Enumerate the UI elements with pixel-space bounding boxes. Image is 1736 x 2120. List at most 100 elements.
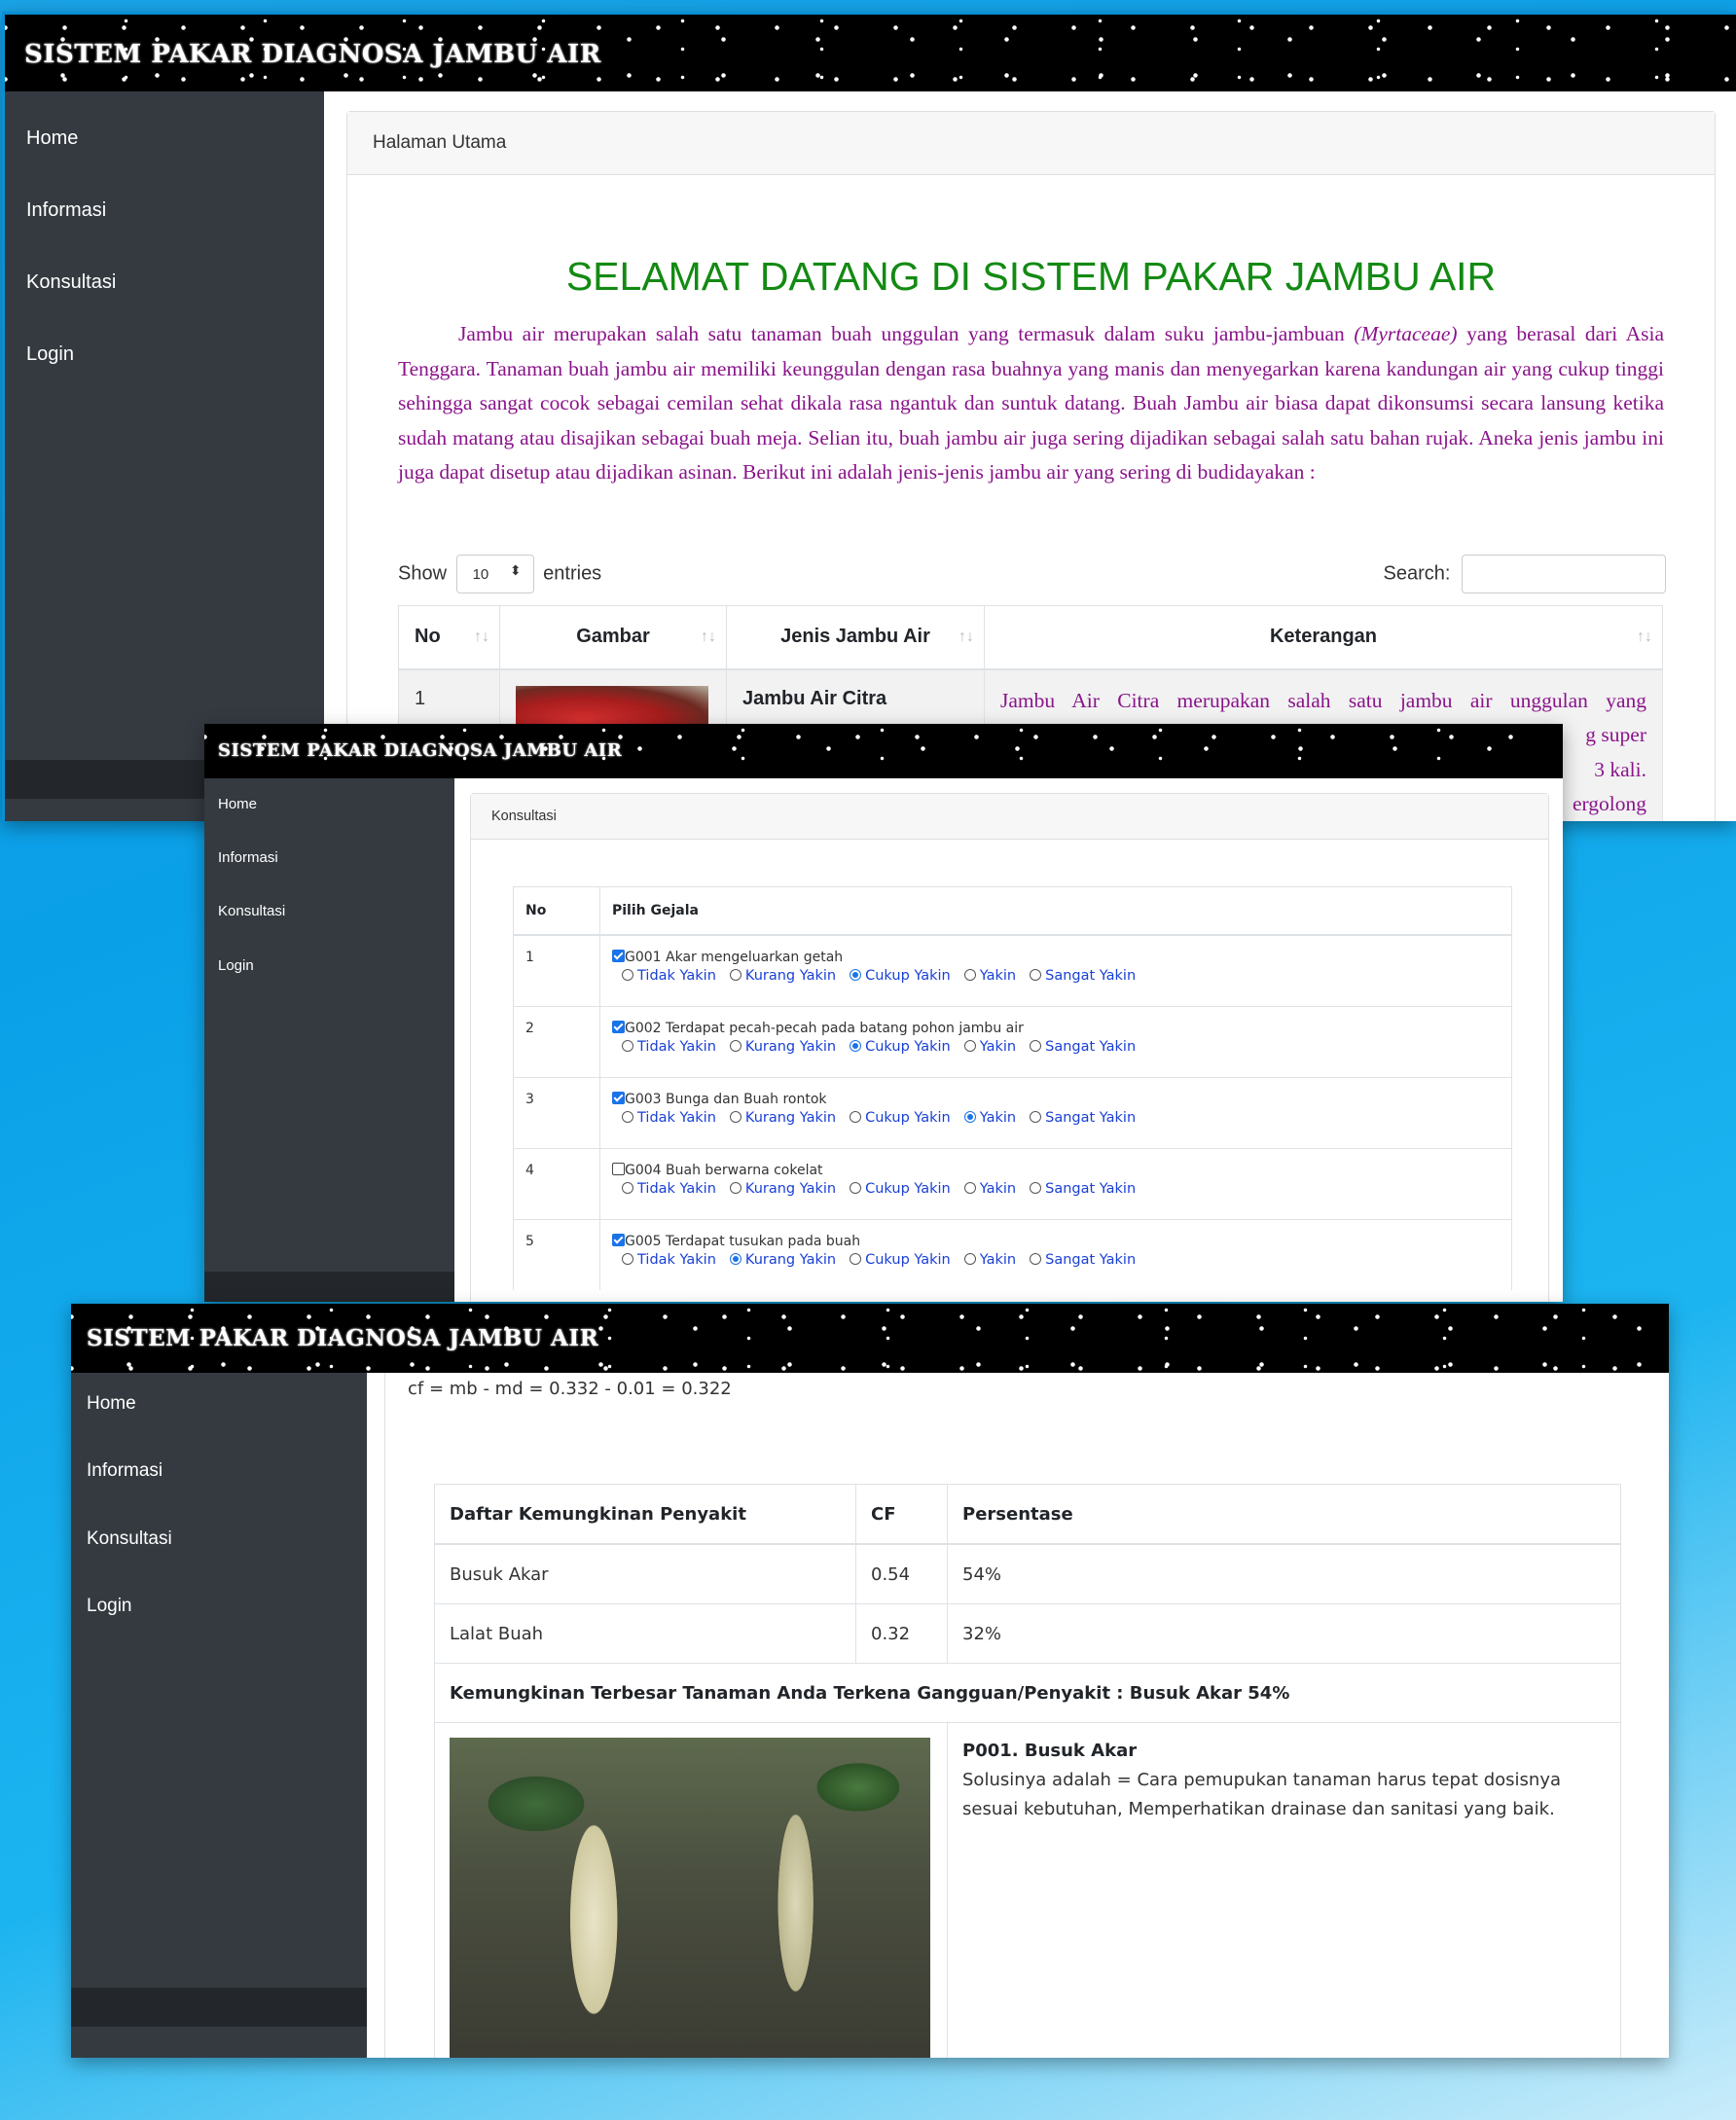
- keyakinan-radio[interactable]: [622, 1253, 633, 1265]
- keyakinan-label: Tidak Yakin: [637, 1039, 716, 1055]
- keyakinan-radio[interactable]: [1030, 1253, 1042, 1265]
- keyakinan-option[interactable]: Sangat Yakin: [1030, 1181, 1136, 1197]
- keyakinan-option[interactable]: Yakin: [963, 1039, 1017, 1055]
- keyakinan-radio[interactable]: [622, 1040, 633, 1052]
- main-content: Konsultasi No Pilih Gejala 1 G001 Akar me…: [454, 778, 1563, 1302]
- keyakinan-radio[interactable]: [1030, 1111, 1042, 1123]
- keyakinan-radio[interactable]: [729, 1182, 741, 1194]
- keyakinan-option[interactable]: Kurang Yakin: [729, 1110, 836, 1126]
- keyakinan-option[interactable]: Cukup Yakin: [850, 1252, 951, 1268]
- keyakinan-option[interactable]: Yakin: [963, 1181, 1016, 1197]
- keyakinan-label: Yakin: [979, 1039, 1017, 1055]
- gejala-checkbox[interactable]: [612, 1234, 625, 1246]
- brand-title[interactable]: SISTEM PAKAR DIAGNOSA JAMBU AIR: [24, 40, 601, 69]
- sidebar: Home Informasi Konsultasi Login: [71, 1373, 367, 2058]
- keyakinan-radio[interactable]: [850, 969, 862, 981]
- keyakinan-radio[interactable]: [963, 1182, 976, 1194]
- keyakinan-option[interactable]: Cukup Yakin: [850, 1110, 951, 1126]
- card-header: Konsultasi: [471, 794, 1548, 840]
- nav-konsultasi[interactable]: Konsultasi: [26, 271, 116, 294]
- keyakinan-radio[interactable]: [729, 1253, 741, 1265]
- keyakinan-option[interactable]: Kurang Yakin: [729, 968, 836, 984]
- search-input[interactable]: [1462, 555, 1666, 593]
- gejala-cell: G003 Bunga dan Buah rontok Tidak Yakin Kur…: [599, 1077, 1512, 1149]
- keyakinan-label: Yakin: [979, 1110, 1017, 1126]
- nav-login[interactable]: Login: [26, 343, 74, 366]
- nav-konsultasi[interactable]: Konsultasi: [87, 1528, 172, 1550]
- col-no[interactable]: No ↑↓: [398, 605, 500, 670]
- keyakinan-radio[interactable]: [850, 1253, 862, 1265]
- keyakinan-label: Kurang Yakin: [744, 1039, 837, 1055]
- gejala-checkbox[interactable]: [612, 950, 625, 962]
- keyakinan-radio[interactable]: [729, 969, 741, 981]
- gejala-label: G003 Bunga dan Buah rontok: [625, 1092, 827, 1107]
- gejala-checkbox[interactable]: [612, 1092, 625, 1104]
- keyakinan-radio[interactable]: [963, 1253, 976, 1265]
- nav-informasi[interactable]: Informasi: [218, 849, 278, 866]
- keyakinan-radio[interactable]: [963, 969, 976, 981]
- keyakinan-option[interactable]: Sangat Yakin: [1030, 968, 1136, 984]
- nav-konsultasi[interactable]: Konsultasi: [218, 903, 285, 919]
- keyakinan-radio[interactable]: [963, 1111, 976, 1123]
- keyakinan-option[interactable]: Yakin: [963, 1110, 1017, 1126]
- sort-icon: ↑↓: [958, 628, 974, 645]
- col-no-label: No: [415, 626, 441, 648]
- brand-title[interactable]: SISTEM PAKAR DIAGNOSA JAMBU AIR: [218, 740, 622, 761]
- keyakinan-radio[interactable]: [850, 1182, 862, 1194]
- keyakinan-option[interactable]: Tidak Yakin: [622, 1110, 716, 1126]
- nav-informasi[interactable]: Informasi: [26, 199, 106, 222]
- keyakinan-option[interactable]: Tidak Yakin: [622, 1181, 716, 1197]
- keyakinan-option[interactable]: Yakin: [963, 1252, 1016, 1268]
- entries-select[interactable]: 10 ⬍: [455, 555, 534, 593]
- keyakinan-option[interactable]: Sangat Yakin: [1030, 1039, 1136, 1055]
- keyakinan-option[interactable]: Kurang Yakin: [729, 1181, 836, 1197]
- col-keterangan[interactable]: Keterangan ↑↓: [984, 605, 1663, 670]
- keyakinan-option[interactable]: Yakin: [963, 968, 1016, 984]
- brand-title[interactable]: SISTEM PAKAR DIAGNOSA JAMBU AIR: [87, 1325, 598, 1351]
- col-persentase: Persentase: [947, 1484, 1621, 1545]
- nav-home[interactable]: Home: [26, 127, 78, 150]
- nav-home[interactable]: Home: [87, 1393, 136, 1415]
- col-gambar[interactable]: Gambar ↑↓: [499, 605, 727, 670]
- keyakinan-radio[interactable]: [1030, 1182, 1042, 1194]
- col-jenis[interactable]: Jenis Jambu Air ↑↓: [726, 605, 985, 670]
- col-cf: CF: [855, 1484, 948, 1545]
- keyakinan-label: Tidak Yakin: [637, 1252, 716, 1268]
- keyakinan-radio[interactable]: [963, 1040, 976, 1052]
- keyakinan-radio[interactable]: [1030, 1040, 1042, 1052]
- nav-login[interactable]: Login: [218, 957, 254, 974]
- keyakinan-option[interactable]: Tidak Yakin: [622, 1039, 716, 1055]
- select-arrows-icon: ⬍: [509, 562, 522, 578]
- keyakinan-label: Cukup Yakin: [865, 1110, 951, 1126]
- gejala-checkbox[interactable]: [612, 1021, 625, 1033]
- keyakinan-radio[interactable]: [622, 1182, 633, 1194]
- keyakinan-option[interactable]: Tidak Yakin: [622, 968, 716, 984]
- keyakinan-label: Kurang Yakin: [744, 1252, 837, 1268]
- keyakinan-option[interactable]: Sangat Yakin: [1030, 1252, 1136, 1268]
- keyakinan-option[interactable]: Cukup Yakin: [850, 968, 951, 984]
- keyakinan-option[interactable]: Cukup Yakin: [850, 1181, 951, 1197]
- keyakinan-option[interactable]: Kurang Yakin: [729, 1039, 837, 1055]
- keyakinan-radio[interactable]: [1030, 969, 1042, 981]
- keyakinan-label: Sangat Yakin: [1045, 1110, 1137, 1126]
- keyakinan-option[interactable]: Kurang Yakin: [729, 1252, 837, 1268]
- keyakinan-option[interactable]: Cukup Yakin: [850, 1039, 951, 1055]
- keyakinan-radio[interactable]: [729, 1040, 741, 1052]
- gejala-checkbox[interactable]: [612, 1163, 625, 1175]
- keyakinan-radio[interactable]: [850, 1111, 862, 1123]
- keyakinan-radio[interactable]: [622, 969, 633, 981]
- keyakinan-radio[interactable]: [850, 1040, 862, 1052]
- keyakinan-option[interactable]: Sangat Yakin: [1030, 1110, 1136, 1126]
- busuk-akar-image: [450, 1738, 930, 2058]
- nav-home[interactable]: Home: [218, 796, 257, 812]
- keyakinan-radio[interactable]: [622, 1111, 633, 1123]
- row-no: 4: [513, 1148, 600, 1220]
- nav-informasi[interactable]: Informasi: [87, 1460, 163, 1482]
- keyakinan-option[interactable]: Tidak Yakin: [622, 1252, 716, 1268]
- table-row: 2 G002 Terdapat pecah-pecah pada batang p…: [513, 1006, 1512, 1078]
- nav-login[interactable]: Login: [87, 1596, 132, 1617]
- card-header: Halaman Utama: [347, 112, 1715, 175]
- table-row: Busuk Akar 0.54 54%: [434, 1543, 1621, 1604]
- keyakinan-radio[interactable]: [729, 1111, 741, 1123]
- gejala-cell: G001 Akar mengeluarkan getah Tidak Yakin K…: [599, 934, 1512, 1007]
